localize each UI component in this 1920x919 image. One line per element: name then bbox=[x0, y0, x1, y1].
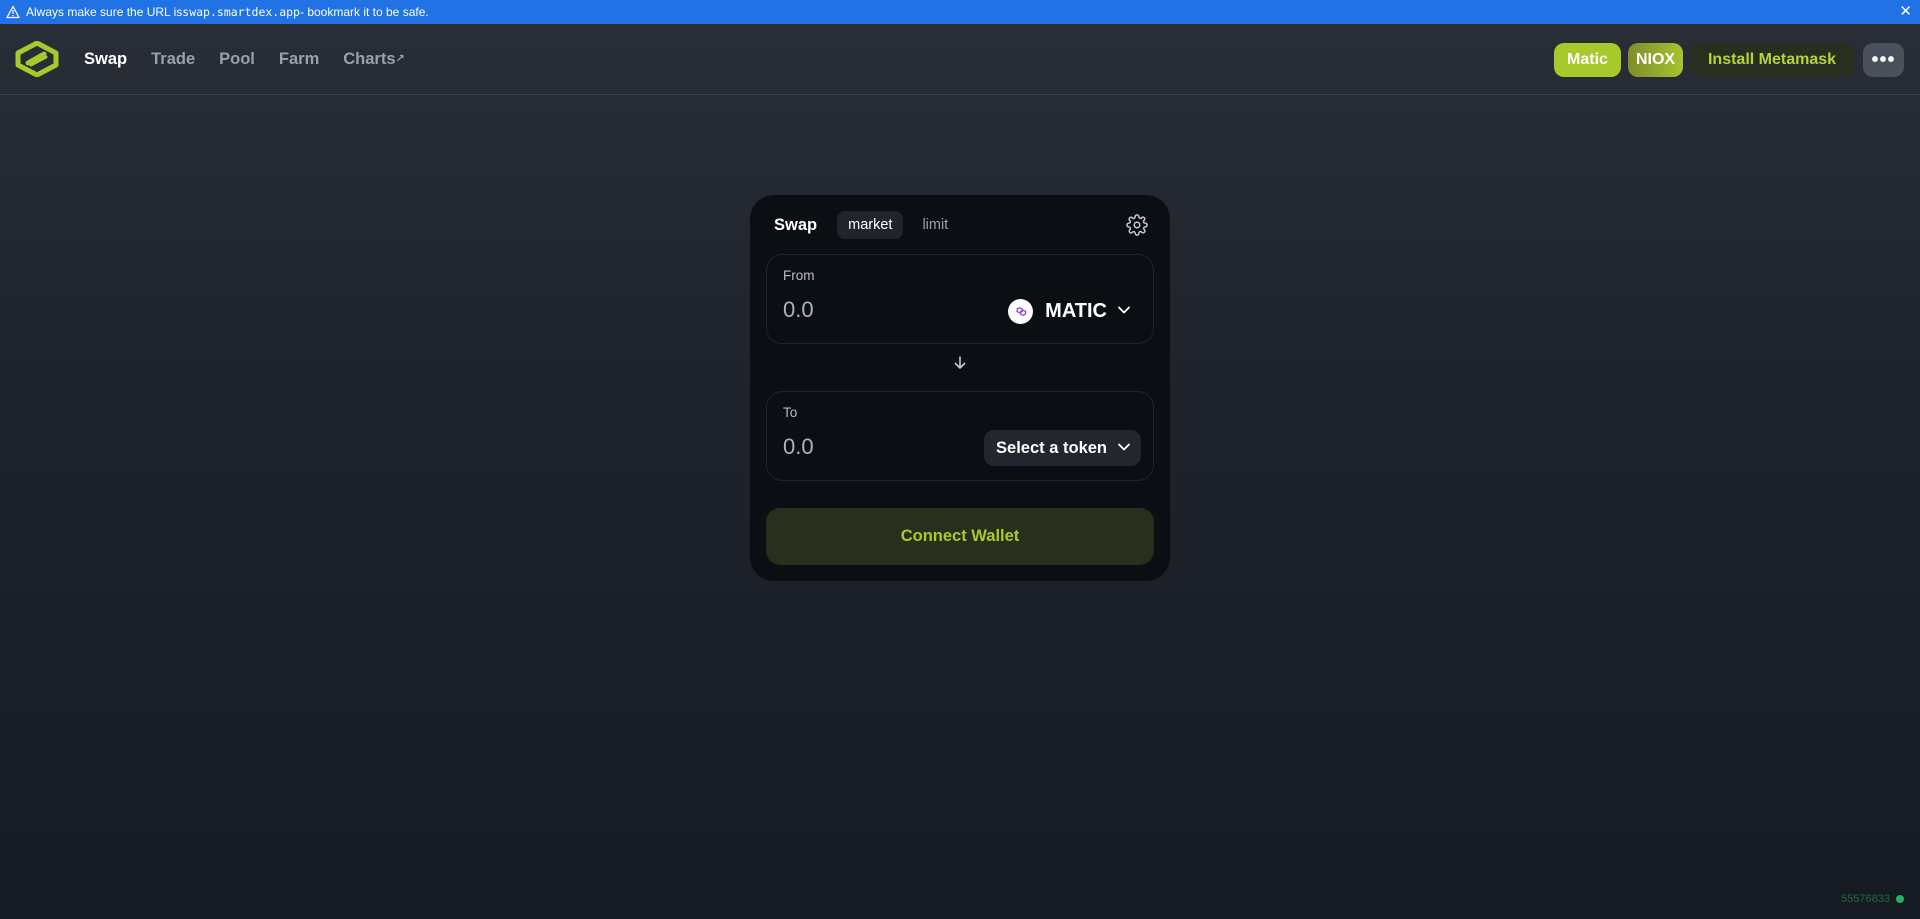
banner-text-after: - bookmark it to be safe. bbox=[299, 5, 429, 19]
nav-pool[interactable]: Pool bbox=[219, 47, 255, 71]
swap-card-header: Swap market limit bbox=[774, 209, 1150, 241]
swap-card: Swap market limit From MATIC To S bbox=[750, 195, 1170, 581]
matic-network-button[interactable]: Matic bbox=[1554, 43, 1621, 77]
from-token-selector[interactable]: MATIC bbox=[1000, 293, 1141, 329]
block-number: 55576833 bbox=[1841, 893, 1890, 905]
nav-charts[interactable]: Charts↗ bbox=[343, 47, 404, 71]
safety-banner: Always make sure the URL is swap.smartde… bbox=[0, 0, 1920, 24]
connect-wallet-button[interactable]: Connect Wallet bbox=[766, 508, 1154, 565]
to-label: To bbox=[783, 405, 798, 420]
main-nav: Swap Trade Pool Farm Charts↗ bbox=[84, 47, 429, 71]
from-token-name: MATIC bbox=[1045, 299, 1107, 322]
nav-charts-label: Charts bbox=[343, 50, 396, 68]
banner-text-before: Always make sure the URL is bbox=[26, 5, 183, 19]
settings-gear-icon[interactable] bbox=[1126, 214, 1148, 236]
to-token-selector[interactable]: Select a token bbox=[984, 430, 1141, 466]
from-label: From bbox=[783, 268, 815, 283]
status-dot-icon bbox=[1896, 895, 1904, 903]
from-field: From MATIC bbox=[766, 254, 1154, 344]
niox-token-button[interactable]: NIOX bbox=[1628, 43, 1683, 77]
nav-trade[interactable]: Trade bbox=[151, 47, 195, 71]
install-metamask-button[interactable]: Install Metamask bbox=[1690, 43, 1854, 77]
block-number-indicator: 55576833 bbox=[1841, 893, 1904, 905]
to-amount-input[interactable] bbox=[783, 434, 963, 460]
nav-farm[interactable]: Farm bbox=[279, 47, 319, 71]
tab-limit[interactable]: limit bbox=[911, 211, 959, 239]
swap-title: Swap bbox=[774, 215, 818, 234]
more-menu-button[interactable]: ••• bbox=[1863, 43, 1904, 77]
chevron-down-icon bbox=[1117, 302, 1131, 320]
nav-swap[interactable]: Swap bbox=[84, 47, 127, 71]
top-header: Swap Trade Pool Farm Charts↗ Matic NIOX … bbox=[0, 24, 1920, 95]
external-link-icon: ↗ bbox=[395, 53, 405, 65]
tab-market[interactable]: market bbox=[837, 211, 904, 239]
matic-token-icon bbox=[1008, 298, 1034, 324]
select-token-label: Select a token bbox=[996, 438, 1107, 457]
close-icon[interactable]: ✕ bbox=[1899, 3, 1912, 21]
smartdex-logo[interactable] bbox=[14, 40, 60, 78]
warning-icon bbox=[6, 5, 20, 19]
switch-direction-arrow-icon[interactable] bbox=[953, 355, 967, 371]
chevron-down-icon bbox=[1117, 439, 1131, 457]
to-field: To Select a token bbox=[766, 391, 1154, 481]
from-amount-input[interactable] bbox=[783, 297, 963, 323]
banner-url: swap.smartdex.app bbox=[182, 5, 300, 19]
